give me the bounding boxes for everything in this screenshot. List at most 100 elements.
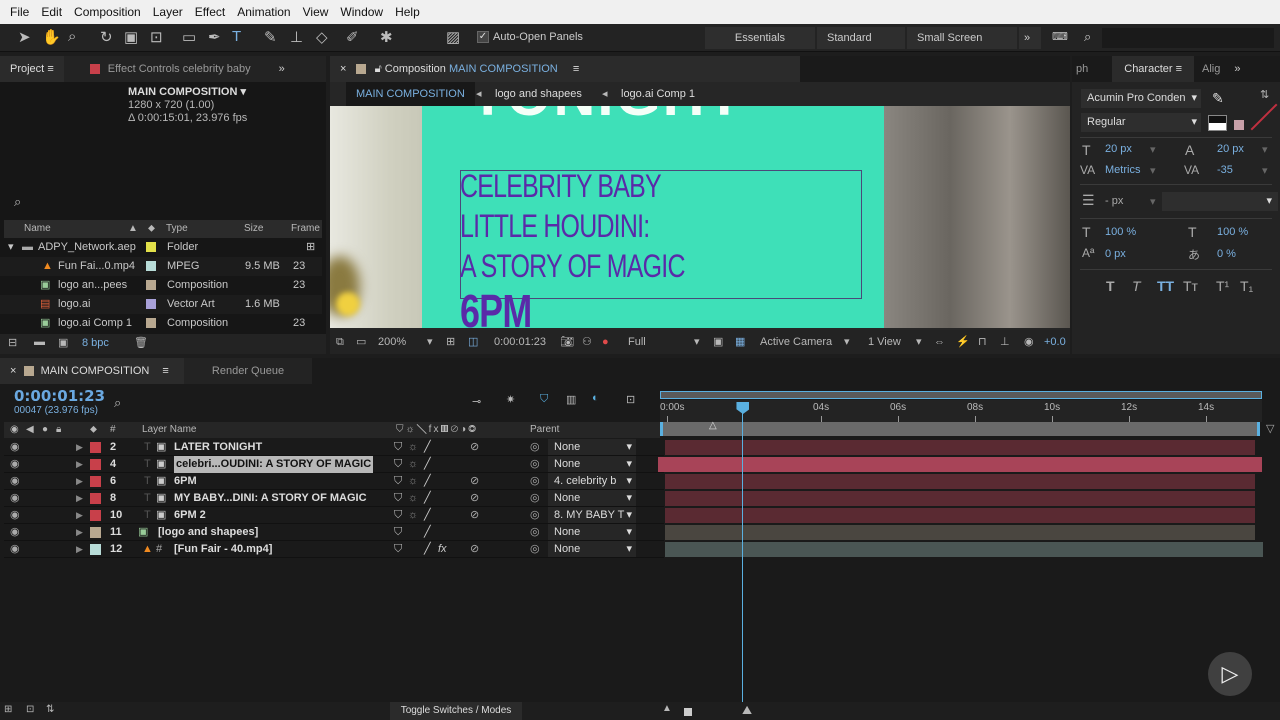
pen-tool-icon[interactable]: ✒	[208, 28, 221, 46]
channel-icon[interactable]: ●	[602, 330, 609, 354]
col-frame[interactable]: Frame	[291, 220, 320, 238]
panel-overflow-icon[interactable]: »	[1234, 63, 1240, 75]
workspace-overflow-icon[interactable]: »	[1019, 27, 1041, 49]
tsume-value[interactable]: 0 %	[1217, 248, 1236, 260]
new-comp-icon[interactable]: ▣	[58, 336, 68, 349]
breadcrumb-logo-comp[interactable]: logo.ai Comp 1	[621, 82, 695, 106]
view-layout-select[interactable]: 1 View	[868, 330, 901, 354]
new-folder-icon[interactable]: ▬	[34, 336, 45, 348]
tracking-value[interactable]: -35	[1217, 164, 1233, 176]
all-caps-icon[interactable]: TT	[1157, 278, 1174, 294]
label-swatch[interactable]	[146, 261, 156, 271]
col-name[interactable]: Name	[24, 220, 51, 238]
menu-view[interactable]: View	[303, 5, 329, 19]
layer-row[interactable]: ◉ ▶ 11 ▣ [logo and shapees] ⛉ ╱ ◎ None ▾	[4, 524, 664, 541]
collapse-switch-icon[interactable]: ☼	[408, 507, 418, 524]
visibility-eye-icon[interactable]: ◉	[10, 524, 20, 541]
expand-layer-icon[interactable]: ▶	[76, 490, 83, 507]
chevron-down-icon[interactable]: ▾	[1150, 195, 1156, 208]
exposure-reset-icon[interactable]: ◉	[1024, 330, 1034, 354]
chevron-down-icon[interactable]: ▾	[916, 330, 922, 354]
leading-value[interactable]: 20 px	[1217, 143, 1244, 155]
label-swatch[interactable]	[90, 459, 101, 470]
visibility-eye-icon[interactable]: ◉	[10, 541, 20, 558]
close-icon[interactable]: ×	[340, 63, 346, 75]
quality-switch-icon[interactable]: ╱	[424, 541, 431, 558]
zoom-select[interactable]: 200%	[378, 330, 406, 354]
3d-layer-icon[interactable]: ⊘	[470, 541, 479, 558]
pick-whip-icon[interactable]: ◎	[530, 456, 540, 473]
rotate-tool-icon[interactable]: ↻	[100, 28, 113, 46]
layer-name[interactable]: celebri...OUDINI: A STORY OF MAGIC	[174, 456, 374, 473]
visibility-eye-icon[interactable]: ◉	[10, 507, 20, 524]
kerning-value[interactable]: Metrics	[1105, 164, 1140, 176]
label-swatch[interactable]	[146, 318, 156, 328]
selection-tool-icon[interactable]: ➤	[18, 28, 31, 46]
collapse-switch-icon[interactable]: ☼	[408, 473, 418, 490]
menu-window[interactable]: Window	[340, 5, 383, 19]
3d-layer-icon[interactable]: ⊘	[470, 490, 479, 507]
quality-switch-icon[interactable]: ╱	[424, 456, 431, 473]
flowchart-icon[interactable]: ⊞	[306, 238, 315, 257]
workspace-essentials[interactable]: Essentials	[705, 27, 815, 49]
play-overlay-icon[interactable]: ▷	[1208, 652, 1252, 696]
eraser-tool-icon[interactable]: ◇	[316, 28, 328, 46]
3d-layer-icon[interactable]: ⊘	[470, 439, 479, 456]
col-layer-name[interactable]: Layer Name	[142, 422, 196, 438]
pan-behind-tool-icon[interactable]: ⊡	[150, 28, 163, 46]
chevron-down-icon[interactable]: ▾	[427, 330, 433, 354]
vertical-scale-value[interactable]: 100 %	[1105, 226, 1136, 238]
quality-switch-icon[interactable]: ╱	[424, 439, 431, 456]
in-out-pane-icon[interactable]: ⇅	[46, 704, 54, 715]
baseline-shift-value[interactable]: 0 px	[1105, 248, 1126, 260]
faux-bold-icon[interactable]: T	[1106, 278, 1115, 294]
superscript-icon[interactable]: T¹	[1216, 278, 1229, 294]
hide-shy-layers-icon[interactable]: ⛉	[540, 393, 548, 406]
motion-blur-icon[interactable]: ◐	[592, 392, 599, 404]
snapshot-icon[interactable]: 📷︎	[560, 330, 574, 354]
expand-layer-icon[interactable]: ▶	[76, 473, 83, 490]
expand-layer-icon[interactable]: ▶	[76, 507, 83, 524]
menu-edit[interactable]: Edit	[41, 5, 62, 19]
pick-whip-icon[interactable]: ◎	[530, 439, 540, 456]
layer-duration-bar[interactable]	[665, 440, 1255, 455]
work-area-navigator[interactable]	[660, 391, 1262, 399]
layer-switches-pane-icon[interactable]: ⊞	[4, 704, 12, 715]
font-family-select[interactable]: Acumin Pro Conden ▾	[1081, 89, 1201, 108]
menu-help[interactable]: Help	[395, 5, 420, 19]
3d-layer-icon[interactable]: ⊘	[470, 507, 479, 524]
layer-name[interactable]: LATER TONIGHT	[174, 439, 262, 456]
collapse-switch-icon[interactable]: ☼	[408, 439, 418, 456]
layer-duration-bar[interactable]	[658, 457, 1262, 472]
zoom-slider[interactable]	[684, 708, 692, 716]
project-search-icon[interactable]: ⌕	[14, 194, 21, 210]
stroke-width-value[interactable]: - px	[1105, 195, 1123, 207]
label-swatch[interactable]	[90, 510, 101, 521]
lock-icon[interactable]: 🔓︎	[375, 63, 382, 75]
shy-switch-icon[interactable]: ⛉	[394, 490, 402, 507]
sort-icon[interactable]: ▲	[128, 220, 138, 238]
collapse-switch-icon[interactable]: ☼	[408, 456, 418, 473]
col-size[interactable]: Size	[244, 220, 263, 238]
layer-row[interactable]: ◉ ▶ 8 T ▣ MY BABY...DINI: A STORY OF MAGIC ⛉ ☼ ╱…	[4, 490, 664, 507]
tab-character[interactable]: Character ≡	[1112, 56, 1195, 82]
pixel-aspect-icon[interactable]: ⇔	[934, 330, 945, 354]
roto-brush-tool-icon[interactable]: ✐	[346, 28, 359, 46]
tab-composition[interactable]: × 🔓︎ Composition MAIN COMPOSITION ≡	[330, 56, 800, 82]
chevron-down-icon[interactable]: ▾	[844, 330, 850, 354]
faux-italic-icon[interactable]: T	[1132, 278, 1141, 294]
graph-editor-icon[interactable]: ⊡	[626, 393, 635, 406]
frame-blending-icon[interactable]: ▥	[566, 393, 576, 406]
layer-row[interactable]: ◉ ▶ 10 T ▣ 6PM 2 ⛉ ☼ ╱ ⊘ ◎ 8. MY BABY T ▾	[4, 507, 664, 524]
resolution-select[interactable]: Full	[628, 330, 646, 354]
label-swatch[interactable]	[146, 299, 156, 309]
menu-layer[interactable]: Layer	[153, 5, 183, 19]
layer-duration-bar[interactable]	[665, 508, 1255, 523]
col-type[interactable]: Type	[166, 220, 188, 238]
label-swatch[interactable]	[90, 544, 101, 555]
menu-effect[interactable]: Effect	[195, 5, 225, 19]
exposure-value[interactable]: +0.0	[1044, 330, 1066, 354]
tab-effect-controls[interactable]: Effect Controls celebrity baby	[108, 56, 251, 82]
shy-switch-icon[interactable]: ⛉	[394, 507, 402, 524]
swap-colors-icon[interactable]: ⇅	[1260, 88, 1269, 101]
